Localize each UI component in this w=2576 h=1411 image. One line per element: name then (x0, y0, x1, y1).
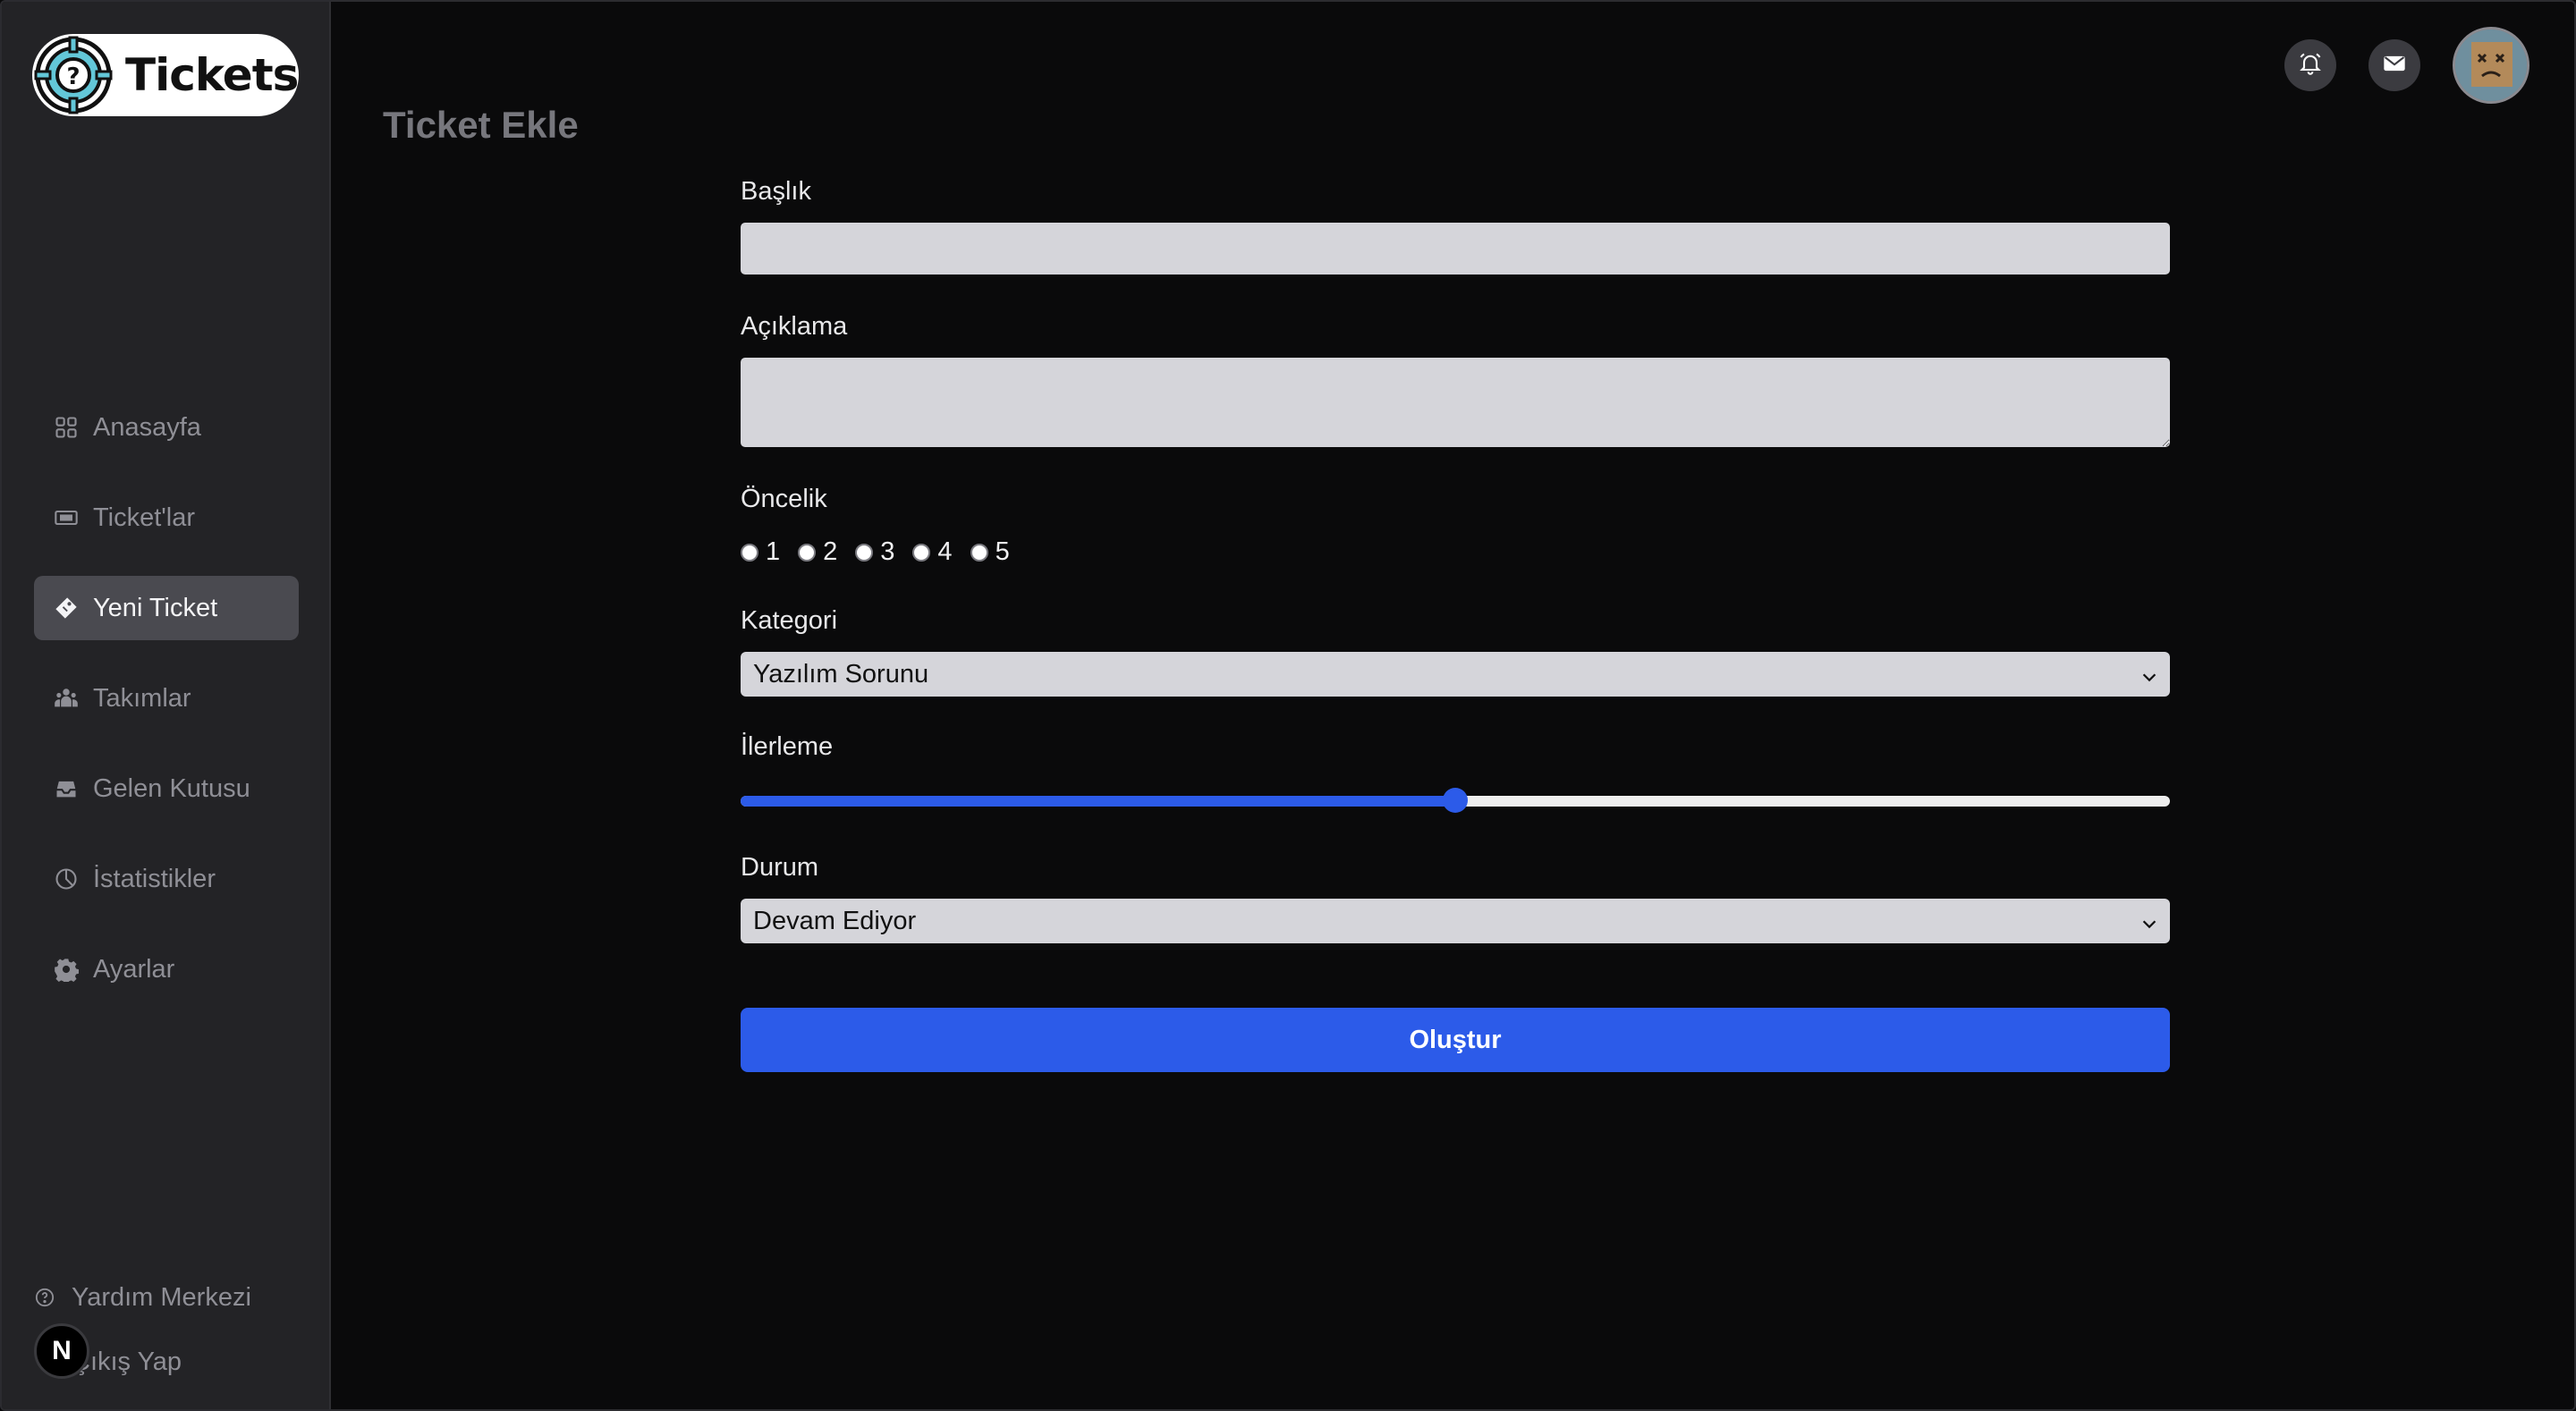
sidebar-nav: Anasayfa Ticket'lar Yeni Ticket Takımlar (34, 395, 299, 1027)
sidebar-item-anasayfa[interactable]: Anasayfa (34, 395, 299, 460)
radio-label: 5 (995, 537, 1010, 566)
sidebar-item-settings[interactable]: Ayarlar (34, 937, 299, 1001)
priority-option-1[interactable]: 1 (741, 537, 780, 567)
priority-option-5[interactable]: 5 (970, 537, 1010, 567)
radio-button[interactable] (855, 543, 874, 562)
status-field-group: Durum Devam Ediyor (741, 853, 2170, 943)
app-window: ? Tickets Anasayfa Ticket'lar Yeni Ticke… (0, 0, 2576, 1411)
radio-label: 2 (823, 537, 838, 566)
title-input[interactable] (741, 223, 2170, 275)
description-field-group: Açıklama (741, 312, 2170, 447)
priority-radio-group: 1 2 3 4 5 (741, 537, 2170, 567)
question-circle-icon (34, 1287, 55, 1308)
mail-icon (2382, 51, 2407, 80)
sidebar-item-label: Anasayfa (93, 412, 201, 442)
priority-option-3[interactable]: 3 (855, 537, 894, 567)
team-icon (54, 686, 79, 711)
category-field-group: Kategori Yazılım Sorunu (741, 606, 2170, 697)
radio-button[interactable] (798, 543, 817, 562)
status-selected-value: Devam Ediyor (753, 906, 917, 935)
category-select[interactable]: Yazılım Sorunu (741, 652, 2170, 697)
radio-label: 1 (766, 537, 781, 566)
submit-row: Oluştur (741, 1008, 2170, 1072)
brand-logo[interactable]: ? Tickets (32, 34, 299, 116)
svg-text:?: ? (66, 63, 80, 90)
slider-thumb[interactable] (1443, 788, 1468, 813)
sidebar-item-label: Ayarlar (93, 954, 175, 984)
sidebar: ? Tickets Anasayfa Ticket'lar Yeni Ticke… (2, 2, 331, 1409)
messages-button[interactable] (2368, 39, 2420, 91)
user-avatar[interactable] (2453, 27, 2529, 104)
help-center-link[interactable]: Yardım Merkezi (34, 1272, 302, 1323)
pie-chart-icon (54, 866, 79, 891)
title-label: Başlık (741, 177, 811, 206)
bell-icon (2298, 51, 2323, 80)
description-textarea[interactable] (741, 358, 2170, 447)
category-label: Kategori (741, 606, 838, 635)
radio-button[interactable] (970, 543, 988, 562)
category-selected-value: Yazılım Sorunu (753, 659, 929, 689)
status-select[interactable]: Devam Ediyor (741, 899, 2170, 943)
radio-button[interactable] (912, 543, 931, 562)
create-ticket-button[interactable]: Oluştur (741, 1008, 2170, 1072)
progress-slider[interactable] (741, 787, 2170, 814)
top-actions (2284, 27, 2529, 104)
sidebar-item-teams[interactable]: Takımlar (34, 666, 299, 731)
priority-option-4[interactable]: 4 (912, 537, 953, 567)
priority-label: Öncelik (741, 485, 827, 513)
notifications-button[interactable] (2284, 39, 2336, 91)
chevron-down-icon (2140, 664, 2159, 684)
page-title: Ticket Ekle (383, 104, 579, 146)
chevron-down-icon (2140, 911, 2159, 931)
title-field-group: Başlık (741, 177, 2170, 275)
description-label: Açıklama (741, 312, 848, 341)
radio-label: 3 (880, 537, 895, 566)
sidebar-item-new-ticket[interactable]: Yeni Ticket (34, 576, 299, 640)
radio-label: 4 (937, 537, 953, 566)
gear-icon (54, 957, 79, 982)
sidebar-item-inbox[interactable]: Gelen Kutusu (34, 756, 299, 821)
main-content: Ticket Ekle Başlık Açıklama Öncelik 1 2 … (333, 2, 2574, 1409)
slider-fill (741, 796, 1455, 807)
tag-icon (54, 596, 79, 621)
progress-field-group: İlerleme (741, 732, 2170, 814)
radio-button[interactable] (741, 543, 758, 562)
sidebar-item-label: Takımlar (93, 683, 191, 713)
sidebar-item-tickets[interactable]: Ticket'lar (34, 486, 299, 550)
sidebar-item-label: Ticket'lar (93, 503, 196, 532)
ticket-form: Başlık Açıklama Öncelik 1 2 3 4 5 Katego… (741, 177, 2170, 1072)
help-center-label: Yardım Merkezi (72, 1282, 251, 1312)
sidebar-item-label: İstatistikler (93, 864, 216, 893)
inbox-icon (54, 776, 79, 801)
grid-icon (54, 415, 79, 440)
priority-option-2[interactable]: 2 (798, 537, 837, 567)
help-wheel-icon: ? (32, 34, 114, 116)
brand-name: Tickets (125, 49, 299, 101)
sidebar-item-label: Gelen Kutusu (93, 773, 250, 803)
sidebar-item-statistics[interactable]: İstatistikler (34, 847, 299, 911)
ticket-icon (54, 505, 79, 530)
status-label: Durum (741, 853, 819, 882)
sidebar-item-label: Yeni Ticket (93, 593, 218, 622)
progress-label: İlerleme (741, 732, 834, 761)
dev-tools-badge[interactable]: N (34, 1323, 89, 1379)
priority-field-group: Öncelik 1 2 3 4 5 (741, 485, 2170, 567)
